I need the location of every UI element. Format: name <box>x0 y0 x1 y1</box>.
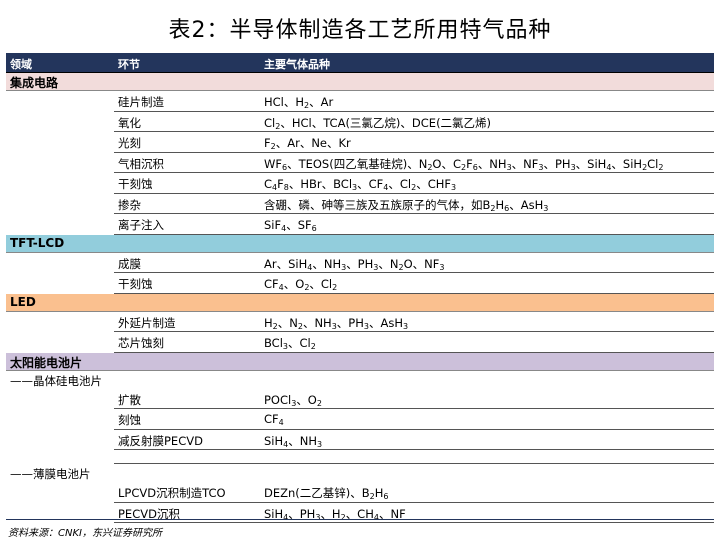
gas-cell: HCl、H2、Ar <box>264 95 334 110</box>
spacer <box>6 450 714 464</box>
header-process: 环节 <box>118 58 140 71</box>
gas-cell: CF4、O2、Cl2 <box>264 277 338 292</box>
gas-cell: SiH4、NH3 <box>264 433 323 449</box>
thin-film-label: ——薄膜电池片 <box>10 467 91 481</box>
header-gases: 主要气体品种 <box>264 58 330 71</box>
process-cell: 干刻蚀 <box>118 177 153 191</box>
process-cell: 成膜 <box>118 256 141 271</box>
gas-cell: F2、Ar、Ne、Kr <box>264 136 351 151</box>
table-row: 干刻蚀 C4F8、HBr、BCl3、CF4、Cl2、CHF3 <box>6 173 714 194</box>
process-cell: 氧化 <box>118 115 141 130</box>
table-row: 扩散 POCl3、O2 <box>6 389 714 409</box>
gas-cell: H2、N2、NH3、PH3、AsH3 <box>264 315 409 331</box>
gas-cell: WF6、TEOS(四乙氧基硅烷)、N2O、C2F6、NH3、NF3、PH3、Si… <box>264 156 664 172</box>
section-ic: 集成电路 <box>6 73 714 91</box>
process-cell: 干刻蚀 <box>118 277 153 291</box>
process-cell: 芯片蚀刻 <box>118 336 164 350</box>
table-row: 掺杂 含硼、磷、砷等三族及五族原子的气体，如B2H6、AsH3 <box>6 194 714 214</box>
process-cell: 硅片制造 <box>118 95 164 109</box>
table-row: 干刻蚀 CF4、O2、Cl2 <box>6 273 714 294</box>
table-row: 氧化 Cl2、HCl、TCA(三氯乙烷)、DCE(二氯乙烯) <box>6 112 714 132</box>
gas-cell: SiF4、SF6 <box>264 218 317 233</box>
crystal-silicon-label: ——晶体硅电池片 <box>10 373 102 388</box>
header-domain: 领域 <box>10 58 32 71</box>
table-row: 刻蚀 CF4 <box>6 409 714 430</box>
gas-cell: Ar、SiH4、NH3、PH3、N2O、NF3 <box>264 256 445 272</box>
process-cell: 扩散 <box>118 392 141 407</box>
table-row: 光刻 F2、Ar、Ne、Kr <box>6 132 714 153</box>
source-note: 资料来源：CNKI，东兴证券研究所 <box>8 528 162 539</box>
table-row: 气相沉积 WF6、TEOS(四乙氧基硅烷)、N2O、C2F6、NH3、NF3、PH… <box>6 153 714 173</box>
section-led: LED <box>6 293 714 312</box>
section-tft-lcd: TFT-LCD <box>6 234 714 253</box>
gas-cell: CF4 <box>264 412 284 427</box>
gas-cell: C4F8、HBr、BCl3、CF4、Cl2、CHF3 <box>264 177 457 192</box>
gas-cell: Cl2、HCl、TCA(三氯乙烷)、DCE(二氯乙烯) <box>264 115 492 131</box>
process-cell: LPCVD沉积制造TCO <box>118 486 226 500</box>
table-row: 硅片制造 HCl、H2、Ar <box>6 91 714 112</box>
section-solar: 太阳能电池片 <box>6 352 714 371</box>
gas-cell: 含硼、磷、砷等三族及五族原子的气体，如B2H6、AsH3 <box>264 197 549 213</box>
gas-cell: POCl3、O2 <box>264 392 322 408</box>
process-cell: 气相沉积 <box>118 156 164 171</box>
process-cell: 刻蚀 <box>118 413 141 427</box>
table-title: 表2：半导体制造各工艺所用特气品种 <box>168 18 552 43</box>
gas-cell: BCl3、Cl2 <box>264 336 316 351</box>
process-cell: 减反射膜PECVD <box>118 433 203 448</box>
process-cell: 掺杂 <box>118 197 141 212</box>
gas-table: 领域 环节 主要气体品种 集成电路 硅片制造 HCl、H2、Ar 氧化 Cl2、HCl… <box>6 53 714 523</box>
process-cell: 离子注入 <box>118 218 164 232</box>
table-row: 芯片蚀刻 BCl3、Cl2 <box>6 332 714 353</box>
table-row: 外延片制造 H2、N2、NH3、PH3、AsH3 <box>6 312 714 332</box>
process-cell: 光刻 <box>118 136 141 150</box>
table-row: 离子注入 SiF4、SF6 <box>6 214 714 235</box>
table-row: 成膜 Ar、SiH4、NH3、PH3、N2O、NF3 <box>6 253 714 273</box>
gas-cell: DEZn(二乙基锌)、B2H6 <box>264 486 389 501</box>
footer-rule <box>6 519 714 520</box>
process-cell: 外延片制造 <box>118 315 176 330</box>
table-header: 领域 环节 主要气体品种 <box>6 53 714 73</box>
table-row: 减反射膜PECVD SiH4、NH3 <box>6 430 714 450</box>
table-row: LPCVD沉积制造TCO DEZn(二乙基锌)、B2H6 <box>6 482 714 503</box>
